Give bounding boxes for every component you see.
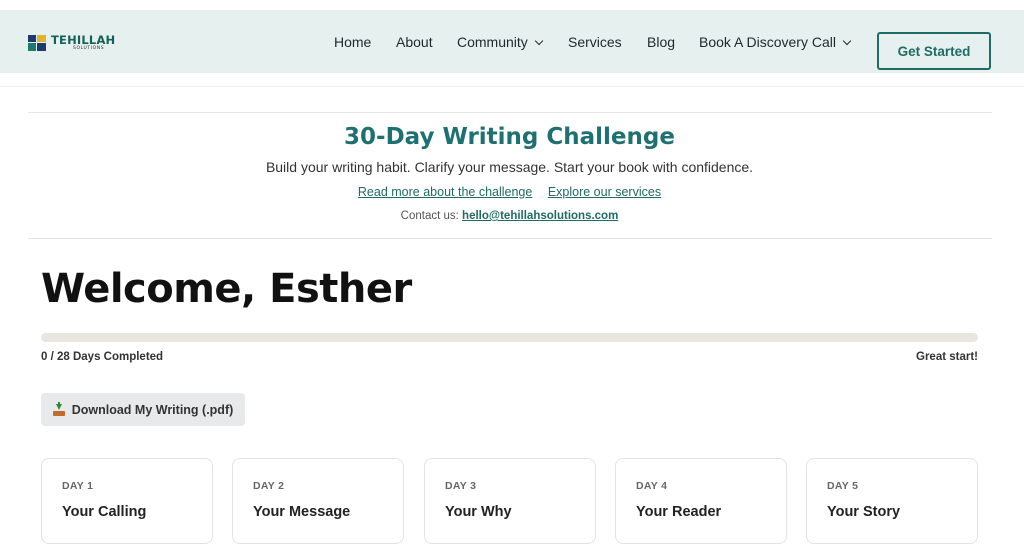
contact-prefix: Contact us: xyxy=(400,210,459,222)
logo-mark-icon xyxy=(28,35,46,51)
read-more-link[interactable]: Read more about the challenge xyxy=(358,185,532,199)
nav-home-label: Home xyxy=(334,34,372,50)
welcome-heading: Welcome, Esther xyxy=(41,266,412,312)
contact-line: Contact us: hello@tehillahsolutions.com xyxy=(0,210,1019,222)
day-card-title: Your Calling xyxy=(62,504,147,520)
day-card-number: DAY 2 xyxy=(253,480,285,492)
divider xyxy=(28,238,992,239)
explore-services-link[interactable]: Explore our services xyxy=(548,185,661,199)
nav-about-label: About xyxy=(396,34,433,50)
chevron-down-icon xyxy=(534,36,544,45)
get-started-button[interactable]: Get Started xyxy=(877,32,991,70)
day-card-title: Your Why xyxy=(445,504,512,520)
nav-blog-label: Blog xyxy=(647,34,676,50)
day-card[interactable]: DAY 3 Your Why xyxy=(424,458,596,544)
nav-community[interactable]: Community xyxy=(457,34,544,50)
logo-tagline: SOLUTIONS xyxy=(73,46,105,51)
nav-community-label: Community xyxy=(457,34,528,50)
day-card-title: Your Story xyxy=(827,504,901,520)
site-logo[interactable]: TEHILLAH SOLUTIONS xyxy=(28,34,115,52)
nav-about[interactable]: About xyxy=(396,34,433,50)
day-card-title: Your Reader xyxy=(636,504,722,520)
nav-blog[interactable]: Blog xyxy=(647,34,675,50)
progress-message: Great start! xyxy=(916,351,978,363)
day-card-title: Your Message xyxy=(253,504,351,520)
download-icon xyxy=(52,401,65,416)
day-card[interactable]: DAY 5 Your Story xyxy=(806,458,978,544)
challenge-subtitle: Build your writing habit. Clarify your m… xyxy=(265,159,754,175)
day-card-number: DAY 1 xyxy=(62,480,94,492)
nav-home[interactable]: Home xyxy=(334,34,371,50)
day-card[interactable]: DAY 4 Your Reader xyxy=(615,458,787,544)
day-card[interactable]: DAY 1 Your Calling xyxy=(41,458,213,544)
chevron-down-icon xyxy=(842,36,852,45)
challenge-title: 30-Day Writing Challenge xyxy=(344,124,675,150)
divider xyxy=(0,86,1024,87)
progress-bar xyxy=(41,333,978,342)
nav-book-discovery-call-label: Book A Discovery Call xyxy=(699,34,836,50)
nav-services[interactable]: Services xyxy=(568,34,622,50)
nav-book-discovery-call[interactable]: Book A Discovery Call xyxy=(699,34,852,50)
day-card-number: DAY 5 xyxy=(827,480,859,492)
divider xyxy=(28,112,992,113)
nav-services-label: Services xyxy=(568,34,622,50)
site-header: TEHILLAH SOLUTIONS Home About Community … xyxy=(0,10,1024,73)
contact-email-link[interactable]: hello@tehillahsolutions.com xyxy=(462,210,618,222)
logo-name: TEHILLAH xyxy=(51,32,116,47)
download-button-label: Download My Writing (.pdf) xyxy=(71,402,234,417)
download-writing-button[interactable]: Download My Writing (.pdf) xyxy=(41,393,245,426)
day-card-number: DAY 4 xyxy=(636,480,668,492)
day-card[interactable]: DAY 2 Your Message xyxy=(232,458,404,544)
progress-label: 0 / 28 Days Completed xyxy=(41,351,164,363)
day-cards: DAY 1 Your Calling DAY 2 Your Message DA… xyxy=(41,458,978,544)
banner-links: Read more about the challenge Explore ou… xyxy=(0,185,1019,199)
day-card-number: DAY 3 xyxy=(445,480,477,492)
